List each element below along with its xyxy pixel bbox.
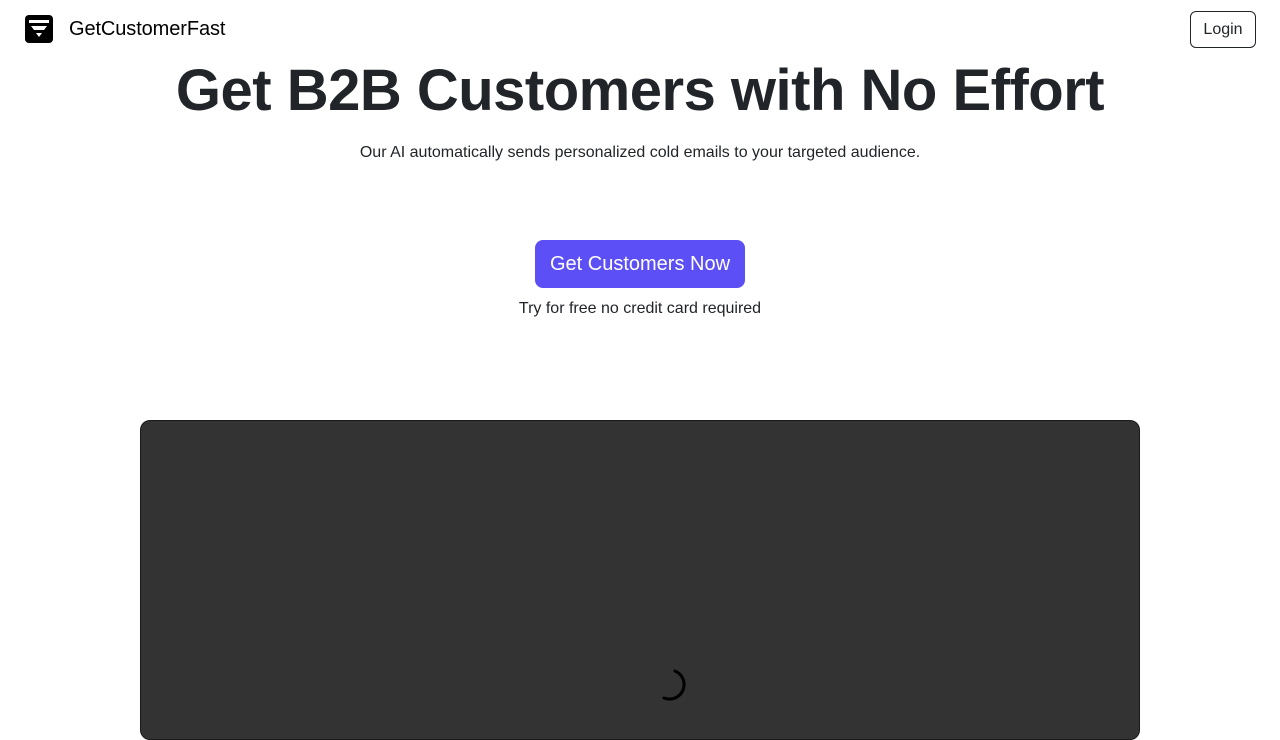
- brand-name: GetCustomerFast: [69, 18, 226, 40]
- get-customers-button[interactable]: Get Customers Now: [535, 240, 745, 288]
- brand-link[interactable]: GetCustomerFast: [25, 15, 225, 43]
- funnel-logo-icon: [25, 15, 53, 43]
- hero-title: Get B2B Customers with No Effort: [175, 58, 1105, 123]
- hero-subtitle: Our AI automatically sends personalized …: [359, 144, 921, 161]
- navbar: GetCustomerFast Login: [0, 0, 1280, 58]
- video-player[interactable]: [140, 420, 1140, 740]
- login-button[interactable]: Login: [1190, 11, 1256, 48]
- loading-spinner-icon: [662, 669, 686, 701]
- cta-note: Try for free no credit card required: [518, 300, 762, 317]
